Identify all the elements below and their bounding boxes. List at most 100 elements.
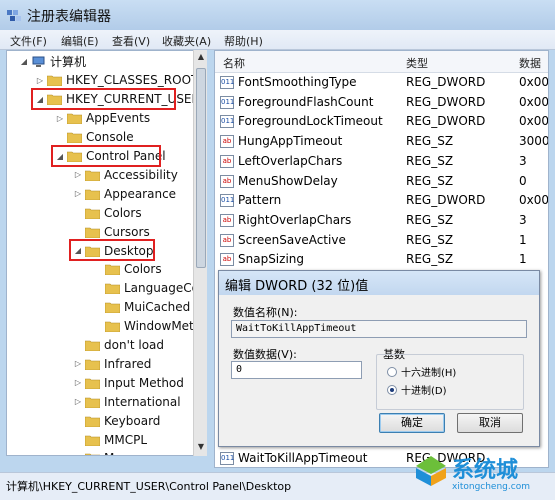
expander-icon[interactable]: ◢ bbox=[19, 57, 29, 66]
radio-dec[interactable]: 十进制(D) bbox=[387, 382, 447, 397]
cancel-button[interactable]: 取消 bbox=[457, 413, 523, 433]
watermark-logo-icon bbox=[416, 456, 446, 486]
tree-node-label: MuiCached bbox=[124, 300, 191, 315]
tree-node[interactable]: WindowMetr bbox=[93, 317, 199, 336]
tree-node[interactable]: ▷ Accessibility bbox=[73, 165, 178, 184]
value-row[interactable]: ab ScreenSaveActive REG_SZ 1 bbox=[215, 231, 548, 251]
column-data[interactable]: 数据 bbox=[519, 55, 541, 71]
ok-button[interactable]: 确定 bbox=[379, 413, 445, 433]
value-row[interactable]: ab SnapSizing REG_SZ 1 bbox=[215, 250, 548, 270]
value-row[interactable]: ab HungAppTimeout REG_SZ 3000 bbox=[215, 132, 549, 152]
radio-hex-dot[interactable] bbox=[387, 366, 397, 377]
folder-icon bbox=[105, 321, 120, 333]
tree-node-label: MMCPL bbox=[104, 432, 148, 447]
key-tree[interactable]: ◢ 计算机 ▷ HKEY_CLASSES_ROOT ◢ HKEY_CURRENT_USER… bbox=[6, 50, 207, 456]
value-row[interactable]: 011 FontSmoothingType REG_DWORD 0x00 bbox=[215, 73, 548, 93]
tree-node[interactable]: Colors bbox=[73, 203, 142, 222]
value-name: SnapSizing bbox=[238, 252, 304, 267]
radio-hex[interactable]: 十六进制(H) bbox=[387, 364, 456, 379]
expander-icon[interactable]: ▷ bbox=[73, 397, 83, 406]
value-row[interactable]: ab RightOverlapChars REG_SZ 3 bbox=[215, 211, 548, 231]
scroll-down-icon[interactable]: ▼ bbox=[196, 442, 206, 454]
tree-node[interactable]: MMCPL bbox=[73, 430, 147, 449]
tree-node[interactable]: Keyboard bbox=[73, 411, 160, 430]
tree-node-label: AppEvents bbox=[86, 111, 151, 126]
folder-icon bbox=[85, 454, 92, 455]
tree-node[interactable]: Colors bbox=[93, 260, 162, 279]
expander-icon[interactable]: ▷ bbox=[35, 76, 45, 85]
value-name-field[interactable]: WaitToKillAppTimeout bbox=[231, 320, 527, 338]
tree-node[interactable]: ▷ International bbox=[73, 392, 181, 411]
folder-icon bbox=[85, 435, 100, 446]
value-row[interactable]: 011 ForegroundFlashCount REG_DWORD 0x00 bbox=[215, 93, 549, 113]
expander-icon[interactable]: ▷ bbox=[73, 378, 83, 387]
value-name-label: 数值名称(N): bbox=[233, 306, 298, 319]
menu-favorites[interactable]: 收藏夹(A) bbox=[162, 33, 211, 49]
tree-node[interactable]: LanguageCo bbox=[93, 279, 199, 298]
folder-icon bbox=[85, 227, 100, 238]
highlight-box bbox=[69, 239, 155, 261]
expander-icon[interactable]: ▷ bbox=[73, 170, 83, 179]
tree-node[interactable]: ▷ Input Method bbox=[73, 373, 184, 392]
value-row[interactable]: 011 ForegroundLockTimeout REG_DWORD 0x00 bbox=[215, 112, 548, 132]
value-type: REG_DWORD bbox=[406, 114, 486, 129]
value-row[interactable]: 011 Pattern REG_DWORD 0x00 bbox=[215, 191, 548, 211]
tree-node[interactable]: ▷ Appearance bbox=[73, 184, 176, 203]
value-row[interactable]: ab MenuShowDelay REG_SZ 0 bbox=[215, 172, 548, 192]
binary-value-icon: 011 bbox=[220, 194, 234, 208]
tree-node-label: LanguageCo bbox=[124, 281, 199, 296]
tree-node-label: Appearance bbox=[104, 186, 177, 201]
list-header: 名称 类型 数据 bbox=[215, 51, 548, 73]
menu-help[interactable]: 帮助(H) bbox=[224, 33, 263, 49]
radio-dec-dot[interactable] bbox=[387, 384, 397, 395]
column-name[interactable]: 名称 bbox=[223, 55, 245, 71]
tree-node-label: Console bbox=[86, 130, 134, 145]
value-name: ForegroundLockTimeout bbox=[238, 114, 383, 129]
menu-file[interactable]: 文件(F) bbox=[10, 33, 47, 49]
tree-node-label: Input Method bbox=[104, 375, 184, 390]
folder-icon bbox=[105, 265, 120, 276]
folder-icon bbox=[85, 397, 100, 408]
string-value-icon: ab bbox=[220, 233, 234, 247]
tree-node[interactable]: ◢ 计算机 bbox=[19, 52, 86, 71]
scroll-up-icon[interactable]: ▲ bbox=[196, 52, 206, 64]
folder-icon bbox=[85, 208, 100, 219]
tree-node[interactable]: ▷ Infrared bbox=[73, 354, 151, 373]
tree-node-label: Mouse bbox=[104, 451, 143, 455]
value-type: REG_SZ bbox=[406, 252, 454, 267]
folder-icon bbox=[85, 378, 100, 389]
string-value-icon: ab bbox=[220, 253, 234, 267]
binary-value-icon: 011 bbox=[220, 95, 234, 109]
column-type[interactable]: 类型 bbox=[406, 55, 428, 71]
window-title: 注册表编辑器 bbox=[27, 9, 111, 25]
folder-icon bbox=[47, 76, 62, 87]
radio-dec-label: 十进制(D) bbox=[401, 386, 447, 397]
scroll-thumb[interactable] bbox=[196, 68, 206, 268]
expander-icon[interactable]: ▷ bbox=[55, 114, 65, 123]
value-data: 0x00 bbox=[519, 94, 549, 109]
computer-icon bbox=[32, 56, 45, 67]
menu-view[interactable]: 查看(V) bbox=[112, 33, 150, 49]
menu-edit[interactable]: 编辑(E) bbox=[61, 33, 99, 49]
value-type: REG_SZ bbox=[406, 134, 454, 149]
value-data-field[interactable]: 0 bbox=[231, 361, 362, 379]
string-value-icon: ab bbox=[220, 135, 234, 149]
value-data: 3000 bbox=[519, 134, 549, 149]
binary-value-icon: 011 bbox=[220, 76, 234, 89]
expander-icon[interactable]: ▷ bbox=[73, 359, 83, 368]
folder-icon bbox=[105, 283, 120, 295]
highlight-box bbox=[31, 87, 176, 110]
value-name: LeftOverlapChars bbox=[238, 153, 343, 168]
value-name: FontSmoothingType bbox=[238, 75, 357, 89]
highlight-box bbox=[51, 144, 161, 167]
value-row[interactable]: ab LeftOverlapChars REG_SZ 3 bbox=[215, 152, 548, 172]
expander-icon[interactable]: ▷ bbox=[73, 189, 83, 198]
folder-icon bbox=[85, 359, 100, 370]
tree-node[interactable]: MuiCached bbox=[93, 298, 190, 317]
tree-node[interactable]: Mouse bbox=[73, 449, 143, 455]
tree-node[interactable]: don't load bbox=[73, 336, 164, 355]
tree-node[interactable]: ▷ AppEvents bbox=[55, 109, 150, 128]
tree-scrollbar[interactable]: ▲ ▼ bbox=[193, 50, 207, 456]
value-type: REG_DWORD bbox=[406, 75, 486, 89]
value-name: MenuShowDelay bbox=[238, 173, 338, 188]
